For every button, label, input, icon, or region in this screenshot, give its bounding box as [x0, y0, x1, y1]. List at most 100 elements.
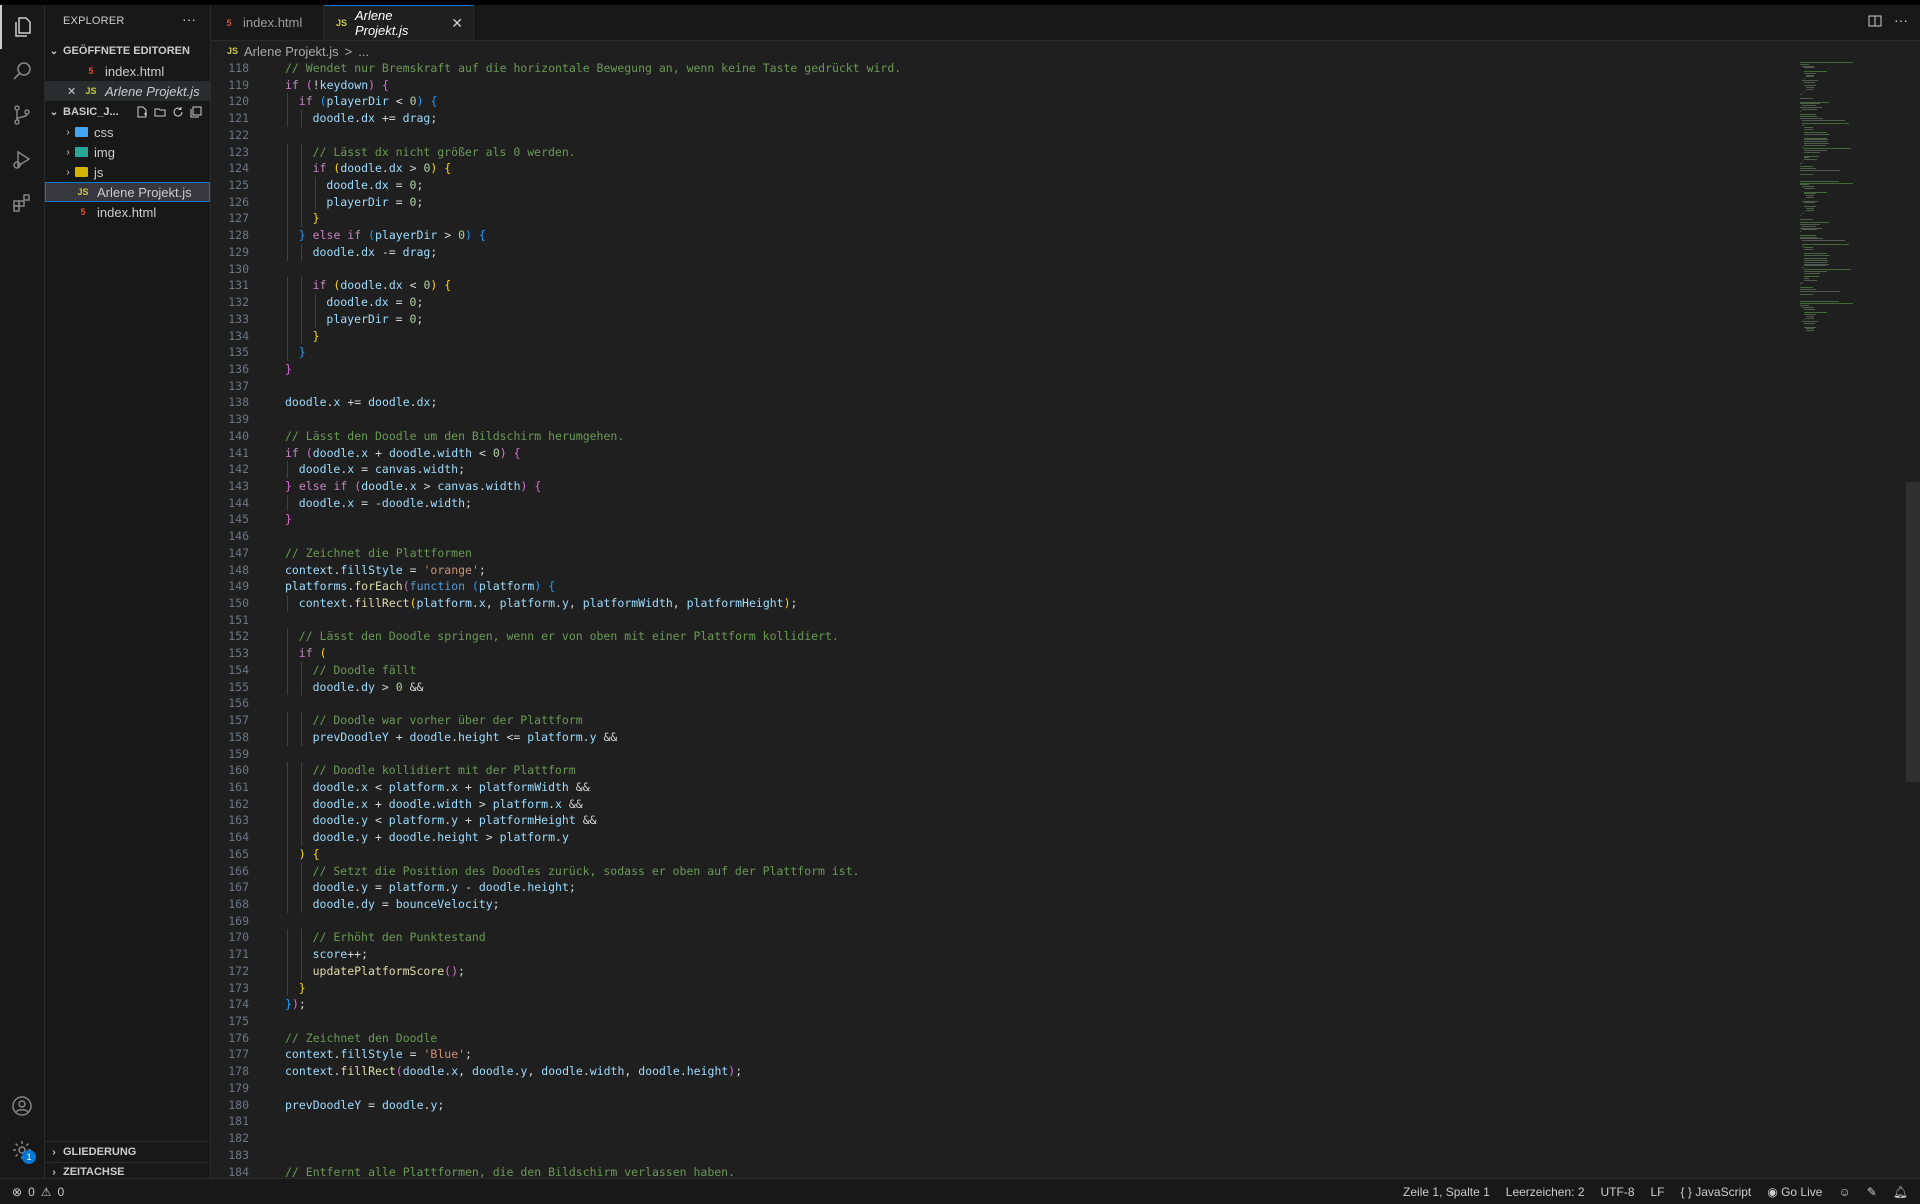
new-file-icon[interactable] — [136, 106, 148, 118]
code-line[interactable]: 125 doodle.dx = 0; — [211, 177, 1811, 194]
explorer-icon[interactable] — [0, 5, 44, 49]
code-line[interactable]: 153 if ( — [211, 645, 1811, 662]
code-line[interactable]: 124 if (doodle.dx > 0) { — [211, 160, 1811, 178]
code-line[interactable]: 151 — [211, 612, 1811, 628]
code-line[interactable]: 126 playerDir = 0; — [211, 193, 1811, 211]
code-line[interactable]: 146 — [211, 528, 1811, 544]
code-line[interactable]: 119 if (!keydown) { — [211, 77, 1811, 93]
folder-css[interactable]: › css — [45, 122, 210, 142]
code-line[interactable]: 158 prevDoodleY + doodle.height <= platfo… — [211, 728, 1811, 746]
code-line[interactable]: 179 — [211, 1080, 1811, 1096]
code-line[interactable]: 162 doodle.x + doodle.width > platform.x … — [211, 795, 1811, 813]
code-line[interactable]: 139 — [211, 411, 1811, 427]
file-arlene-projekt-js[interactable]: JS Arlene Projekt.js — [45, 182, 210, 202]
cursor-position[interactable]: Zeile 1, Spalte 1 — [1403, 1185, 1490, 1199]
breadcrumb-rest[interactable]: ... — [358, 44, 369, 59]
code-line[interactable]: 152 // Lässt den Doodle springen, wenn er… — [211, 628, 1811, 646]
code-line[interactable]: 174}); — [211, 996, 1811, 1012]
code-line[interactable]: 145} — [211, 511, 1811, 527]
code-line[interactable]: 170 // Erhöht den Punktestand — [211, 929, 1811, 947]
go-live-button[interactable]: ◉ Go Live — [1767, 1185, 1822, 1199]
close-icon[interactable]: ✕ — [451, 15, 463, 32]
code-line[interactable]: 166 // Setzt die Position des Doodles zur… — [211, 862, 1811, 880]
code-line[interactable]: 131 if (doodle.dx < 0) { — [211, 277, 1811, 295]
outline-header[interactable]: › GLIEDERUNG — [45, 1142, 210, 1162]
folder-js[interactable]: › js — [45, 162, 210, 182]
code-line[interactable]: 133 playerDir = 0; — [211, 310, 1811, 328]
code-line[interactable]: 144 doodle.x = -doodle.width; — [211, 494, 1811, 512]
indentation[interactable]: Leerzeichen: 2 — [1506, 1185, 1585, 1199]
code-line[interactable]: 127} — [211, 210, 1811, 228]
code-line[interactable]: 142 doodle.x = canvas.width; — [211, 461, 1811, 478]
bell-icon[interactable]: 🔔︎ — [1893, 1185, 1908, 1199]
code-line[interactable]: 149 platforms.forEach(function (platform)… — [211, 578, 1811, 594]
code-line[interactable]: 138 doodle.x += doodle.dx; — [211, 394, 1811, 410]
code-line[interactable]: 182 — [211, 1130, 1811, 1146]
code-line[interactable]: 137 — [211, 378, 1811, 394]
breadcrumb-file[interactable]: Arlene Projekt.js — [244, 44, 339, 59]
source-control-icon[interactable] — [0, 93, 44, 137]
code-line[interactable]: 159 — [211, 746, 1811, 762]
error-count[interactable]: 0 — [28, 1185, 35, 1199]
open-editor-item-index-html[interactable]: 5 index.html — [45, 61, 210, 81]
settings-gear-icon[interactable]: 1 — [0, 1128, 44, 1172]
code-line[interactable]: 163 doodle.y < platform.y + platformHeigh… — [211, 812, 1811, 830]
code-line[interactable]: 165) { — [211, 845, 1811, 863]
feedback-icon[interactable]: ✎ — [1867, 1185, 1877, 1199]
code-line[interactable]: 148 context.fillStyle = 'orange'; — [211, 562, 1811, 578]
code-line[interactable]: 130 — [211, 261, 1811, 277]
code-line[interactable]: 136} — [211, 361, 1811, 377]
close-icon[interactable]: ✕ — [67, 85, 83, 98]
code-line[interactable]: 160 // Doodle kollidiert mit der Plattfor… — [211, 762, 1811, 779]
more-actions-icon[interactable]: ··· — [1894, 13, 1908, 31]
code-line[interactable]: 150 context.fillRect(platform.x, platform… — [211, 595, 1811, 612]
minimap[interactable] — [1800, 62, 1870, 332]
code-line[interactable]: 135} — [211, 344, 1811, 361]
run-debug-icon[interactable] — [0, 137, 44, 181]
tab-arlene-projekt-js[interactable]: JS Arlene Projekt.js ✕ — [324, 5, 474, 40]
code-line[interactable]: 143} else if (doodle.x > canvas.width) { — [211, 478, 1811, 494]
code-line[interactable]: 176 // Zeichnet den Doodle — [211, 1030, 1811, 1046]
code-line[interactable]: 154 // Doodle fällt — [211, 661, 1811, 679]
search-icon[interactable] — [0, 49, 44, 93]
split-editor-icon[interactable] — [1868, 14, 1882, 31]
code-line[interactable]: 134} — [211, 327, 1811, 345]
encoding[interactable]: UTF-8 — [1601, 1185, 1635, 1199]
code-line[interactable]: 171 score++; — [211, 946, 1811, 963]
workspace-header[interactable]: ⌄ BASIC_J... — [45, 102, 210, 122]
account-icon[interactable] — [0, 1084, 44, 1128]
code-line[interactable]: 128} else if (playerDir > 0) { — [211, 227, 1811, 244]
refresh-icon[interactable] — [172, 106, 184, 118]
code-line[interactable]: 147 // Zeichnet die Plattformen — [211, 545, 1811, 561]
warning-count[interactable]: 0 — [58, 1185, 65, 1199]
file-index-html[interactable]: 5 index.html — [45, 202, 210, 222]
code-line[interactable]: 132 doodle.dx = 0; — [211, 294, 1811, 311]
copilot-icon[interactable]: ☺ — [1838, 1185, 1850, 1199]
new-folder-icon[interactable] — [154, 106, 166, 118]
collapse-all-icon[interactable] — [190, 106, 202, 118]
open-editor-item-arlene-projekt-js[interactable]: ✕ JS Arlene Projekt.js — [45, 81, 210, 101]
tab-index-html[interactable]: 5 index.html — [211, 5, 324, 40]
code-line[interactable]: 181 — [211, 1113, 1811, 1129]
code-editor[interactable]: 118 // Wendet nur Bremskraft auf die hori… — [211, 62, 1920, 1178]
open-editors-header[interactable]: ⌄ GEÖFFNETE EDITOREN — [45, 41, 210, 61]
code-line[interactable]: 173} — [211, 979, 1811, 997]
language-mode[interactable]: { } JavaScript — [1681, 1185, 1752, 1199]
folder-img[interactable]: › img — [45, 142, 210, 162]
code-line[interactable]: 161 doodle.x < platform.x + platformWidth… — [211, 778, 1811, 796]
code-line[interactable]: 184 // Entfernt alle Plattformen, die den… — [211, 1164, 1811, 1178]
explorer-more-icon[interactable]: ··· — [182, 11, 196, 27]
warning-icon[interactable]: ⚠ — [41, 1185, 52, 1199]
code-line[interactable]: 164 doodle.y + doodle.height > platform.y — [211, 829, 1811, 846]
code-line[interactable]: 172 updatePlatformScore(); — [211, 962, 1811, 980]
code-line[interactable]: 175 — [211, 1013, 1811, 1029]
code-line[interactable]: 121 doodle.dx += drag; — [211, 110, 1811, 127]
code-line[interactable]: 167 doodle.y = platform.y - doodle.height… — [211, 879, 1811, 896]
editor-scrollbar[interactable] — [1906, 482, 1920, 782]
error-icon[interactable]: ⊗ — [12, 1185, 22, 1199]
code-line[interactable]: 156 — [211, 695, 1811, 711]
code-line[interactable]: 141 if (doodle.x + doodle.width < 0) { — [211, 445, 1811, 461]
code-line[interactable]: 180 prevDoodleY = doodle.y; — [211, 1097, 1811, 1113]
code-line[interactable]: 155 doodle.dy > 0 && — [211, 678, 1811, 696]
end-of-line[interactable]: LF — [1651, 1185, 1665, 1199]
